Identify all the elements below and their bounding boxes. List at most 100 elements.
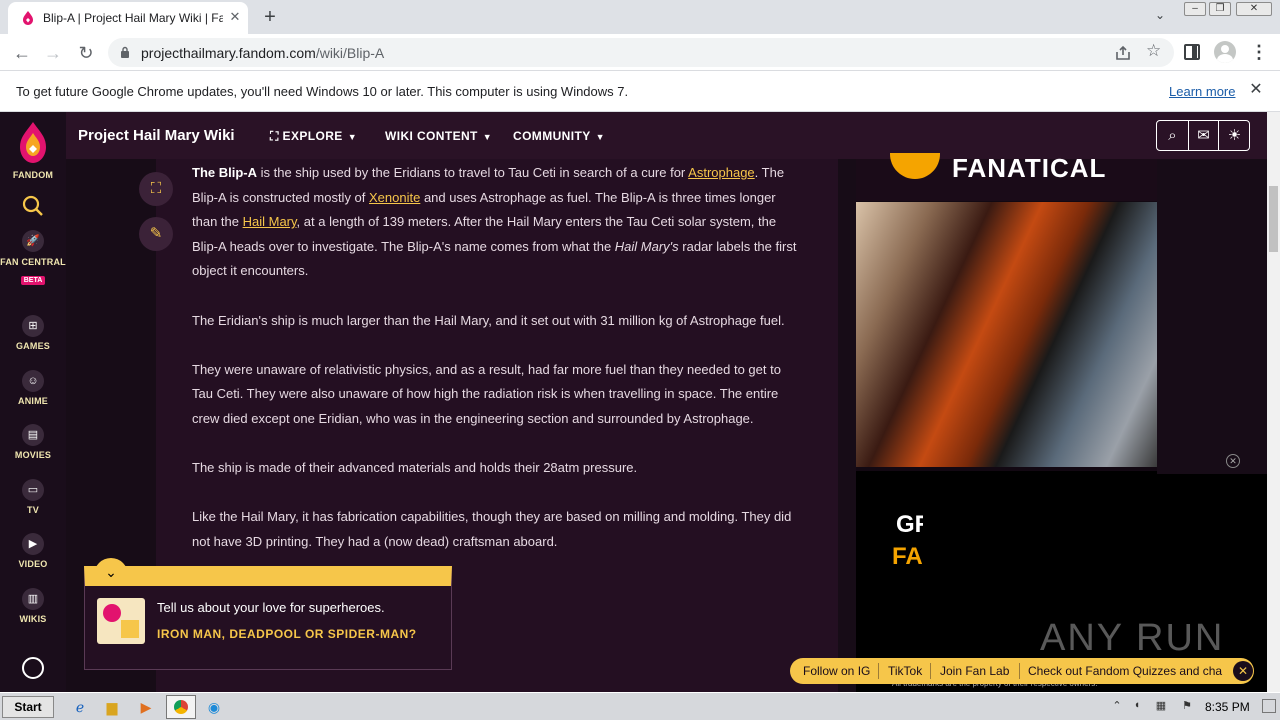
gamepad-icon: ⊞ (22, 315, 44, 337)
follow-ig-link[interactable]: Follow on IG (803, 664, 870, 678)
reload-icon[interactable]: ↻ (73, 40, 99, 66)
profile-avatar-icon[interactable] (1214, 41, 1236, 63)
restore-button[interactable]: ❐ (1209, 2, 1231, 16)
fandom-logo[interactable]: FANDOM (0, 120, 66, 180)
paragraph: The Eridian's ship is much larger than t… (192, 312, 785, 328)
divider (1019, 663, 1020, 679)
ie-icon[interactable]: ℯ (68, 696, 92, 718)
rail-label-fan-central: FAN CENTRAL (0, 257, 66, 267)
browser-tab[interactable]: Blip-A | Project Hail Mary Wiki | Fandom… (8, 2, 248, 34)
network-icon[interactable]: ▦ (1154, 699, 1168, 713)
rail-item-tv[interactable]: ▭ TV (0, 479, 66, 515)
learn-more-link[interactable]: Learn more (1169, 84, 1235, 99)
fanatical-logo-icon (890, 153, 940, 179)
back-arrow-icon[interactable]: ← (9, 40, 35, 66)
forward-arrow-icon[interactable]: → (40, 40, 66, 66)
browser-tabstrip: Blip-A | Project Hail Mary Wiki | Fandom… (0, 0, 1280, 34)
rail-label-tv: TV (27, 505, 39, 515)
rail-label-movies: MOVIES (14, 450, 52, 460)
rail-item-games[interactable]: ⊞ GAMES (0, 315, 66, 351)
fandom-favicon-icon (23, 11, 33, 25)
quiz-popup: Tell us about your love for superheroes.… (84, 566, 452, 670)
ad-close-icon[interactable]: ✕ (1226, 454, 1240, 468)
ad-banner-top[interactable]: FANATICAL (856, 153, 1157, 201)
beta-badge: BETA (20, 276, 46, 285)
new-tab-button[interactable]: + (258, 6, 282, 28)
infobar-close-icon[interactable]: ✕ (1247, 81, 1265, 99)
link-astrophage[interactable]: Astrophage (688, 165, 755, 180)
fanbar-close-icon[interactable]: ✕ (1233, 661, 1253, 681)
tray-expand-icon[interactable]: ⌃ (1110, 699, 1124, 713)
browser-toolbar: ← → ↻ projecthailmary.fandom.com/wiki/Bl… (0, 34, 1280, 71)
address-bar[interactable]: projecthailmary.fandom.com/wiki/Blip-A ☆ (108, 38, 1174, 67)
discussions-icon[interactable]: ✉ (1188, 121, 1219, 150)
windows-taskbar: Start ℯ ▆ ▶ ◉ ⌃ ◖ ▦ ⚑ 8:35 PM (0, 692, 1280, 720)
scrollbar-thumb[interactable] (1269, 186, 1278, 252)
fan-feed-bar: Follow on IG TikTok Join Fan Lab Check o… (790, 658, 1254, 684)
fandom-logo-icon (20, 122, 46, 163)
divider (878, 663, 879, 679)
expand-icon[interactable]: ⛶ (139, 172, 173, 206)
ad-image[interactable] (856, 202, 1157, 467)
chevron-down-icon: ▼ (482, 132, 493, 142)
update-infobar: To get future Google Chrome updates, you… (0, 71, 1280, 112)
browser-menu-icon[interactable]: ⋮ (1250, 42, 1268, 64)
paragraph: The ship is made of their advanced mater… (192, 460, 638, 476)
share-icon[interactable] (1114, 44, 1132, 62)
action-center-icon[interactable]: ⚑ (1180, 699, 1194, 713)
fandom-label: FANDOM (12, 170, 54, 180)
lock-icon (121, 46, 129, 58)
menu-wiki-content[interactable]: WIKI CONTENT ▼ (385, 129, 492, 143)
page-scrollbar[interactable] (1267, 112, 1280, 692)
window-close-button[interactable]: ✕ (1236, 2, 1272, 16)
side-panel-icon[interactable] (1184, 44, 1200, 60)
menu-explore[interactable]: ⛶ EXPLORE ▼ (270, 129, 357, 144)
rail-search[interactable] (0, 194, 66, 218)
rail-item-movies[interactable]: ▤ MOVIES (0, 424, 66, 460)
paragraph: Like the Hail Mary, it has fabrication c… (192, 509, 792, 549)
rail-label-video: VIDEO (18, 559, 48, 569)
global-navigation: FANDOM 🚀 FAN CENTRAL BETA ⊞ GAMES ☺ ANIM… (0, 112, 66, 692)
ad-text-line2: FA (892, 543, 923, 570)
minimize-button[interactable]: – (1184, 2, 1206, 16)
clapperboard-icon: ▤ (22, 424, 44, 446)
rail-label-games: GAMES (15, 341, 50, 351)
link-xenonite[interactable]: Xenonite (369, 190, 420, 205)
edge-icon[interactable]: ◉ (202, 696, 226, 718)
rail-item-fan-central[interactable]: 🚀 FAN CENTRAL BETA (0, 230, 66, 287)
tab-title: Blip-A | Project Hail Mary Wiki | Fandom (43, 11, 223, 25)
book-icon: ▥ (22, 588, 44, 610)
fan-lab-link[interactable]: Join Fan Lab (940, 664, 1009, 678)
media-player-icon[interactable]: ▶ (134, 696, 158, 718)
search-icon (22, 195, 43, 216)
tab-search-chevron-icon[interactable]: ⌄ (1150, 8, 1170, 26)
explorer-folder-icon[interactable]: ▆ (100, 696, 124, 718)
chevron-down-icon: ▼ (347, 132, 358, 142)
tab-close-icon[interactable]: ✕ (226, 8, 244, 26)
tiktok-link[interactable]: TikTok (888, 664, 922, 678)
quizzes-link[interactable]: Check out Fandom Quizzes and cha (1028, 664, 1222, 678)
article-body: The Blip-A is the ship used by the Eridi… (192, 161, 802, 579)
explore-book-icon: ⛶ (270, 129, 283, 143)
wiki-navigation: Project Hail Mary Wiki ⛶ EXPLORE ▼ WIKI C… (66, 112, 1267, 159)
paragraph: The Blip-A is the ship used by the Eridi… (192, 165, 797, 279)
account-icon[interactable] (22, 657, 44, 679)
popup-answer[interactable]: IRON MAN, DEADPOOL OR SPIDER-MAN? (157, 626, 427, 642)
bookmark-star-icon[interactable]: ☆ (1146, 41, 1166, 63)
volume-icon[interactable]: ◖ (1130, 699, 1144, 713)
rail-item-anime[interactable]: ☺ ANIME (0, 370, 66, 406)
wiki-search-icon[interactable]: ⌕ (1157, 121, 1188, 150)
menu-community[interactable]: COMMUNITY ▼ (513, 129, 605, 143)
rail-item-wikis[interactable]: ▥ WIKIS (0, 588, 66, 624)
edit-pencil-icon[interactable]: ✎ (139, 217, 173, 251)
play-icon: ▶ (22, 533, 44, 555)
chrome-taskbar-icon[interactable] (166, 695, 196, 719)
rail-label-anime: ANIME (18, 396, 48, 406)
show-desktop-button[interactable] (1262, 699, 1276, 713)
link-hail-mary[interactable]: Hail Mary (243, 214, 297, 229)
rail-label-wikis: WIKIS (19, 614, 47, 624)
wiki-title[interactable]: Project Hail Mary Wiki (78, 127, 235, 144)
start-button[interactable]: Start (2, 696, 54, 718)
theme-toggle-icon[interactable]: ☀ (1219, 121, 1250, 150)
rail-item-video[interactable]: ▶ VIDEO (0, 533, 66, 569)
